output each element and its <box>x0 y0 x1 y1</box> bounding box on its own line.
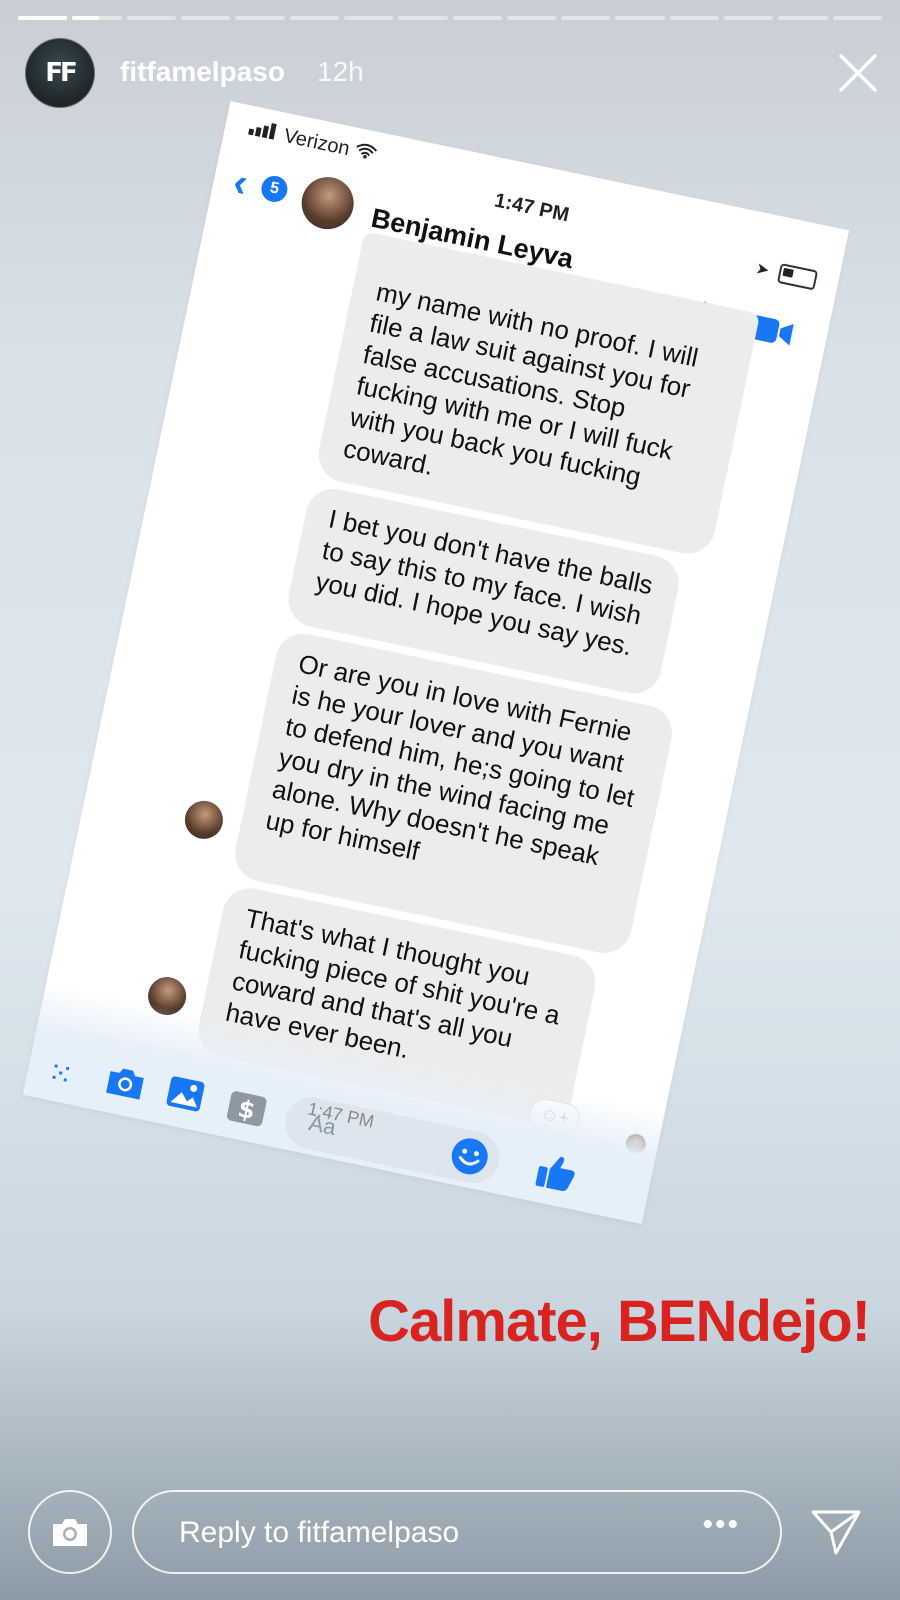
contact-avatar[interactable] <box>296 172 359 234</box>
progress-segment <box>398 16 448 20</box>
progress-segment <box>778 16 828 20</box>
progress-segment-fill <box>18 16 68 20</box>
avatar-logo: FF <box>45 58 77 88</box>
post-time: 12h <box>317 56 364 87</box>
messenger-screenshot: Verizon 1:47 PM ➤ ‹ 5 Benjamin Leyva my … <box>22 101 850 1224</box>
progress-segment <box>615 16 665 20</box>
emoji-icon[interactable] <box>448 1135 492 1178</box>
send-icon[interactable] <box>810 1508 862 1556</box>
gallery-icon[interactable] <box>163 1073 207 1114</box>
story-progress <box>18 16 882 20</box>
signal-icon <box>248 123 277 140</box>
progress-segment <box>180 16 231 20</box>
more-options-icon[interactable]: ••• <box>702 1508 740 1542</box>
back-chevron-icon[interactable]: ‹ <box>229 160 252 207</box>
progress-segment <box>669 16 720 20</box>
story-caption: Calmate, BENdejo! <box>368 1289 871 1354</box>
progress-segment <box>724 16 774 20</box>
camera-icon[interactable] <box>103 1063 149 1103</box>
story-header: FF fitfamelpaso 12h <box>25 38 877 108</box>
apps-grid-icon[interactable]: ⁙ <box>45 1055 77 1094</box>
progress-segment <box>126 16 176 20</box>
reply-placeholder: Reply to fitfamelpaso <box>179 1516 460 1549</box>
sender-avatar <box>181 797 227 843</box>
unread-badge: 5 <box>259 173 290 205</box>
progress-segment <box>289 16 339 20</box>
username[interactable]: fitfamelpaso <box>120 56 285 88</box>
progress-segment <box>452 16 502 20</box>
story-footer: Reply to fitfamelpaso ••• <box>0 1490 900 1590</box>
progress-segment <box>832 16 882 20</box>
reply-input[interactable]: Reply to fitfamelpaso ••• <box>132 1490 782 1574</box>
profile-avatar[interactable]: FF <box>25 38 95 108</box>
progress-segment <box>343 16 394 20</box>
wifi-icon <box>356 143 377 159</box>
thumbs-up-icon[interactable] <box>533 1149 580 1196</box>
progress-segment <box>235 16 285 20</box>
progress-segment <box>72 16 122 20</box>
progress-segment <box>561 16 611 20</box>
payment-icon[interactable]: $ <box>224 1088 270 1129</box>
camera-button[interactable] <box>28 1490 112 1574</box>
progress-segment <box>18 16 68 20</box>
progress-segment <box>506 16 557 20</box>
progress-segment-fill <box>72 16 100 20</box>
close-icon[interactable] <box>837 52 879 94</box>
camera-icon <box>53 1519 87 1546</box>
